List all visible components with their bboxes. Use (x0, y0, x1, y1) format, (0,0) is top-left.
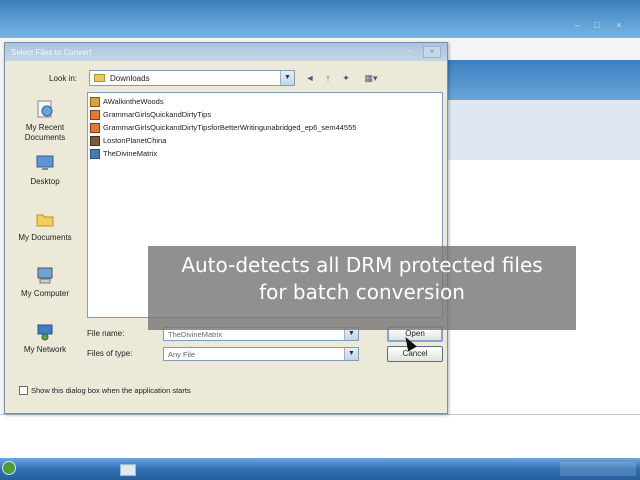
look-in-label: Look in: (49, 74, 78, 83)
places-bar: My Recent Documents Desktop My Documents… (5, 91, 85, 361)
look-in-value: Downloads (110, 74, 150, 83)
look-in-dropdown[interactable]: Downloads ▼ (89, 70, 295, 86)
place-recent-documents[interactable]: My Recent Documents (9, 95, 81, 145)
taskbar-app-icon[interactable] (120, 464, 136, 476)
view-menu-icon[interactable]: ▦▾ (361, 72, 381, 84)
dialog-titlebar[interactable]: Select Files to Convert – × (5, 43, 447, 61)
place-label: Desktop (30, 177, 60, 186)
file-name: GrammarGirlsQuickandDirtyTips (103, 110, 212, 119)
file-name: GrammarGirlsQuickandDirtyTipsforBetterWr… (103, 123, 357, 132)
place-label: My Documents (18, 233, 72, 242)
place-label: My Recent Documents (24, 123, 66, 142)
caption-line: for batch conversion (259, 280, 465, 304)
file-name: LostonPlanetChina (103, 136, 167, 145)
back-icon[interactable]: ◄ (303, 72, 317, 84)
start-button[interactable] (2, 461, 16, 475)
audiobook-icon (90, 110, 100, 120)
up-folder-icon[interactable]: ↑ (321, 72, 335, 84)
place-label: My Network (23, 345, 67, 354)
file-name: AWalkintheWoods (103, 97, 164, 106)
chevron-down-icon[interactable]: ▼ (280, 71, 294, 85)
audiobook-icon (90, 136, 100, 146)
folder-icon (94, 74, 105, 82)
my-computer-icon (37, 267, 53, 284)
caption-line: Auto-detects all DRM protected files (181, 253, 543, 277)
dialog-title: Select Files to Convert (11, 48, 92, 57)
dialog-help-button[interactable]: – (401, 46, 419, 58)
show-dialog-label: Show this dialog box when the applicatio… (31, 386, 191, 395)
minimize-icon[interactable]: – (570, 20, 584, 30)
background-header-band (447, 60, 640, 100)
file-name-label: File name: (87, 329, 125, 338)
feature-caption-overlay: Auto-detects all DRM protected files for… (148, 246, 576, 330)
my-documents-icon (36, 214, 54, 227)
place-desktop[interactable]: Desktop (9, 149, 81, 199)
place-label: My Computer (20, 289, 69, 298)
place-my-network[interactable]: My Network (9, 317, 81, 367)
background-titlebar (0, 0, 640, 38)
audiobook-icon (90, 97, 100, 107)
taskbar (0, 458, 640, 480)
dialog-close-button[interactable]: × (423, 46, 441, 58)
files-of-type-dropdown[interactable]: Any File ▼ (163, 347, 359, 361)
file-name-value: TheDivineMatrix (168, 330, 223, 339)
cancel-button[interactable]: Cancel (387, 346, 443, 362)
my-network-icon (37, 324, 53, 341)
recent-documents-icon (37, 100, 53, 118)
close-icon[interactable]: × (612, 20, 626, 30)
background-status-area (0, 414, 640, 460)
files-of-type-label: Files of type: (87, 349, 133, 358)
show-dialog-checkbox[interactable] (19, 386, 28, 395)
desktop-icon (36, 155, 54, 170)
background-subheader-band (447, 100, 640, 160)
new-folder-icon[interactable]: ✦ (339, 72, 353, 84)
system-tray (560, 462, 636, 476)
audiobook-icon (90, 149, 100, 159)
maximize-icon[interactable]: □ (590, 20, 604, 30)
files-of-type-value: Any File (168, 350, 196, 359)
place-my-computer[interactable]: My Computer (9, 261, 81, 311)
select-files-dialog: Select Files to Convert – × Look in: Dow… (4, 42, 448, 414)
place-my-documents[interactable]: My Documents (9, 205, 81, 255)
audiobook-icon (90, 123, 100, 133)
file-name: TheDivineMatrix (103, 149, 158, 158)
chevron-down-icon[interactable]: ▼ (344, 348, 358, 360)
